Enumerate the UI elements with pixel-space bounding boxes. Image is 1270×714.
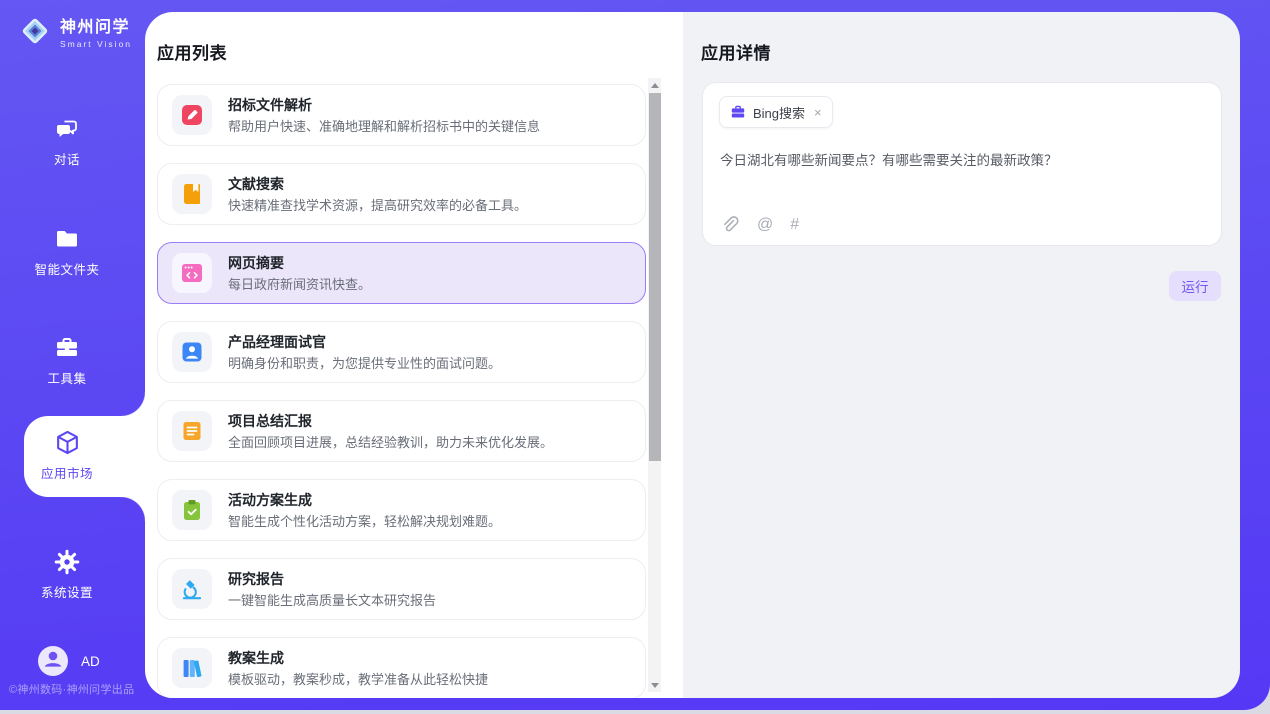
app-list-item[interactable]: 研究报告 一键智能生成高质量长文本研究报告: [157, 558, 646, 620]
prompt-input[interactable]: 今日湖北有哪些新闻要点？有哪些需要关注的最新政策？: [720, 151, 1201, 170]
app-item-title: 网页摘要: [228, 255, 371, 271]
app-item-description: 智能生成个性化活动方案，轻松解决规划难题。: [228, 514, 501, 529]
app-item-description: 快速精准查找学术资源，提高研究效率的必备工具。: [228, 198, 527, 213]
folder-icon: [54, 225, 80, 252]
sidebar: 神州问学 Smart Vision 对话 智能文件夹 工具集 应用市场 系统设置…: [0, 0, 145, 710]
app-item-description: 明确身份和职责，为您提供专业性的面试问题。: [228, 356, 501, 371]
paperclip-icon[interactable]: [720, 215, 740, 235]
user-initials: AD: [81, 654, 100, 669]
app-item-title: 活动方案生成: [228, 492, 501, 508]
summary-icon: [172, 411, 212, 451]
scrollbar-thumb[interactable]: [649, 93, 661, 461]
app-item-title: 研究报告: [228, 571, 436, 587]
app-list-item[interactable]: 网页摘要 每日政府新闻资讯快查。: [157, 242, 646, 304]
scroll-down-arrow[interactable]: [648, 679, 661, 691]
tool-chip-label: Bing搜索: [753, 103, 805, 122]
app-list-item[interactable]: 教案生成 模板驱动，教案秒成，教学准备从此轻松快捷: [157, 637, 646, 698]
briefcase-icon: [730, 104, 746, 120]
chat-icon: [54, 115, 80, 142]
app-list-item[interactable]: 活动方案生成 智能生成个性化活动方案，轻松解决规划难题。: [157, 479, 646, 541]
diamond-logo-icon: [17, 13, 53, 54]
app-item-title: 项目总结汇报: [228, 413, 553, 429]
scroll-up-arrow[interactable]: [648, 79, 661, 91]
lesson-books-icon: [172, 648, 212, 688]
app-list-item[interactable]: 文献搜索 快速精准查找学术资源，提高研究效率的必备工具。: [157, 163, 646, 225]
app-detail-panel: 应用详情 Bing搜索 × 今日湖北有哪些新闻要点？有哪些需要关注的最新政策？ …: [683, 12, 1240, 698]
person-icon: [38, 644, 68, 679]
scrollbar[interactable]: [648, 78, 661, 692]
hash-icon[interactable]: #: [790, 217, 799, 233]
app-list-title: 应用列表: [157, 39, 227, 64]
user-profile[interactable]: AD: [38, 646, 100, 676]
main-content: 应用列表 招标文件解析 帮助用户快速、准确地理解和解析招标书中的关键信息 文献搜…: [145, 12, 1240, 698]
app-list-item[interactable]: 产品经理面试官 明确身份和职责，为您提供专业性的面试问题。: [157, 321, 646, 383]
app-item-title: 文献搜索: [228, 176, 527, 192]
app-frame: 神州问学 Smart Vision 对话 智能文件夹 工具集 应用市场 系统设置…: [0, 0, 1270, 710]
app-item-title: 教案生成: [228, 650, 488, 666]
book-icon: [172, 174, 212, 214]
run-button[interactable]: 运行: [1169, 271, 1221, 301]
gear-icon: [54, 548, 80, 575]
doc-edit-icon: [172, 95, 212, 135]
sidebar-item-smart-folder[interactable]: 智能文件夹: [0, 215, 134, 288]
sidebar-item-settings[interactable]: 系统设置: [0, 538, 134, 611]
app-item-description: 一键智能生成高质量长文本研究报告: [228, 593, 436, 608]
app-item-description: 模板驱动，教案秒成，教学准备从此轻松快捷: [228, 672, 488, 687]
app-item-title: 招标文件解析: [228, 97, 540, 113]
brand-subtitle: Smart Vision: [60, 39, 132, 49]
tool-chip-bing-search[interactable]: Bing搜索 ×: [719, 96, 833, 128]
brand-name: 神州问学: [60, 19, 132, 37]
app-item-description: 帮助用户快速、准确地理解和解析招标书中的关键信息: [228, 119, 540, 134]
copyright-footer: ©神州数码·神州问学出品: [0, 681, 145, 697]
brand-logo: 神州问学 Smart Vision: [17, 13, 132, 54]
toolbox-icon: [54, 334, 80, 361]
attachment-toolbar: @ #: [720, 215, 799, 235]
app-item-description: 每日政府新闻资讯快查。: [228, 277, 371, 292]
app-detail-title: 应用详情: [701, 39, 771, 64]
plan-check-icon: [172, 490, 212, 530]
app-window: 神州问学 Smart Vision 对话 智能文件夹 工具集 应用市场 系统设置…: [0, 0, 1270, 714]
app-item-description: 全面回顾项目进展，总结经验教训，助力未来优化发展。: [228, 435, 553, 450]
app-list-panel: 应用列表 招标文件解析 帮助用户快速、准确地理解和解析招标书中的关键信息 文献搜…: [145, 12, 683, 698]
avatar[interactable]: [38, 646, 68, 676]
interview-icon: [172, 332, 212, 372]
cube-icon: [54, 429, 81, 456]
sidebar-item-chat[interactable]: 对话: [0, 105, 134, 178]
web-code-icon: [172, 253, 212, 293]
at-mention-icon[interactable]: @: [757, 217, 773, 233]
app-list-item[interactable]: 招标文件解析 帮助用户快速、准确地理解和解析招标书中的关键信息: [157, 84, 646, 146]
app-item-title: 产品经理面试官: [228, 334, 501, 350]
chip-close-icon[interactable]: ×: [814, 106, 822, 119]
sidebar-item-app-market[interactable]: 应用市场: [24, 416, 145, 497]
app-list-item[interactable]: 项目总结汇报 全面回顾项目进展，总结经验教训，助力未来优化发展。: [157, 400, 646, 462]
sidebar-item-toolset[interactable]: 工具集: [0, 324, 134, 397]
prompt-card: Bing搜索 × 今日湖北有哪些新闻要点？有哪些需要关注的最新政策？ @ #: [702, 82, 1222, 246]
app-list: 招标文件解析 帮助用户快速、准确地理解和解析招标书中的关键信息 文献搜索 快速精…: [157, 84, 646, 698]
research-icon: [172, 569, 212, 609]
